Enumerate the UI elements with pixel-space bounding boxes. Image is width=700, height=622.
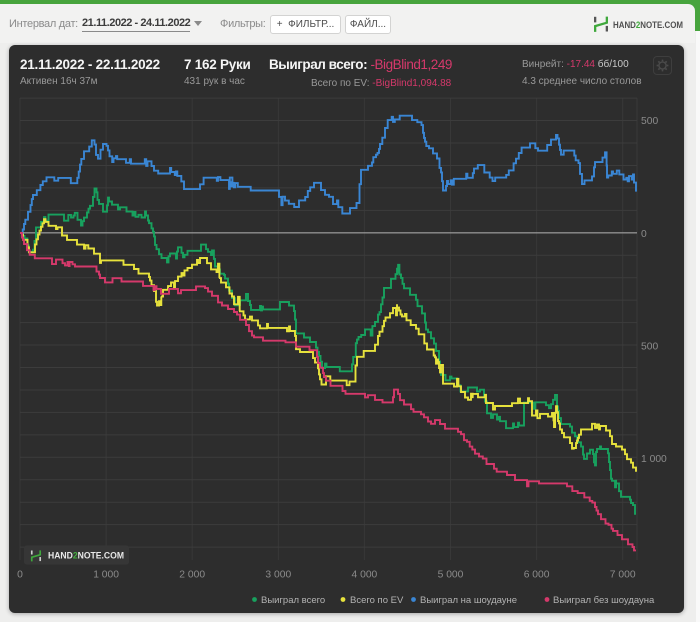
svg-text:0: 0	[17, 570, 23, 581]
svg-text:1 000: 1 000	[93, 570, 119, 581]
svg-text:7 000: 7 000	[610, 570, 636, 581]
svg-text:4 000: 4 000	[352, 570, 378, 581]
svg-text:1 000: 1 000	[641, 454, 667, 465]
svg-text:3 000: 3 000	[265, 570, 291, 581]
svg-text:Выиграл всего: Выиграл всего	[261, 595, 325, 606]
svg-text:Выиграл без шоудауна: Выиграл без шоудауна	[553, 595, 655, 606]
svg-text:500: 500	[641, 342, 658, 353]
svg-text:2 000: 2 000	[179, 570, 205, 581]
svg-text:5 000: 5 000	[438, 570, 464, 581]
svg-text:HAND2NOTE.COM: HAND2NOTE.COM	[48, 550, 124, 561]
svg-text:Выиграл на шоудауне: Выиграл на шоудауне	[420, 595, 517, 606]
svg-text:0: 0	[641, 229, 647, 240]
svg-text:500: 500	[641, 116, 658, 127]
svg-text:6 000: 6 000	[524, 570, 550, 581]
svg-text:Всего по EV: Всего по EV	[350, 595, 404, 606]
